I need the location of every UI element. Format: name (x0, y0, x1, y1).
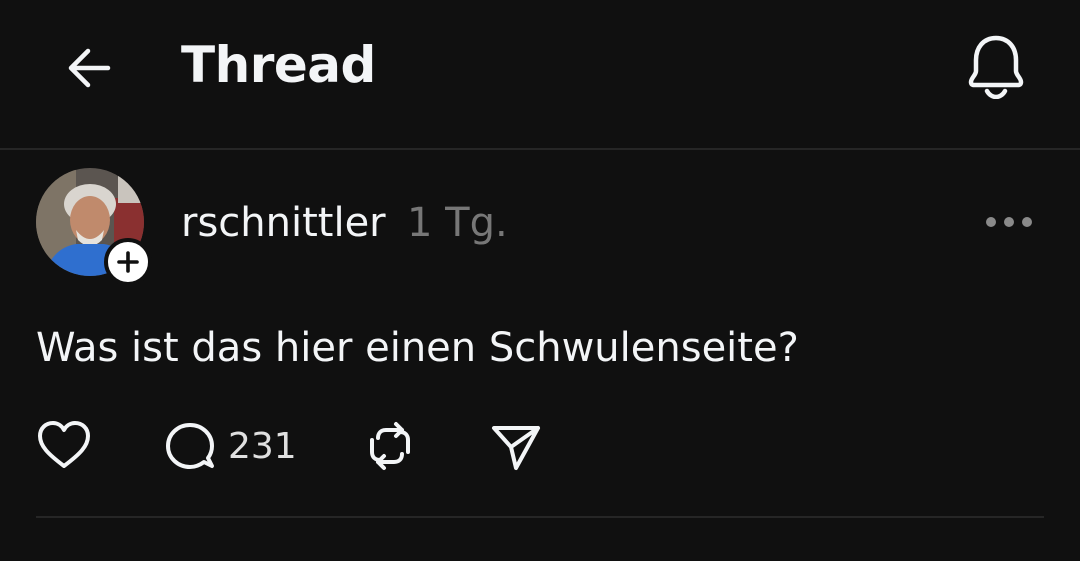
header-divider (0, 148, 1080, 150)
post-divider (36, 516, 1044, 518)
like-button[interactable] (36, 416, 92, 476)
page-title: Thread (181, 36, 376, 94)
bell-icon (968, 35, 1024, 99)
post-timestamp: 1 Tg. (407, 200, 508, 246)
ellipsis-icon (986, 217, 1032, 227)
post-actions: 231 (36, 416, 596, 476)
arrow-left-icon (68, 48, 111, 88)
comment-icon (166, 423, 214, 469)
reply-count: 231 (228, 425, 297, 467)
post-text: Was ist das hier einen Schwulenseite? (36, 325, 799, 371)
reply-button[interactable]: 231 (164, 416, 297, 476)
avatar-container (36, 168, 152, 286)
more-options-button[interactable] (978, 200, 1040, 244)
follow-button[interactable] (104, 238, 152, 286)
post-username[interactable]: rschnittler (181, 196, 386, 250)
repost-button[interactable] (364, 416, 416, 476)
heart-icon (38, 421, 90, 468)
plus-icon (117, 251, 139, 273)
notifications-button[interactable] (962, 32, 1030, 100)
repost-icon (370, 422, 410, 470)
top-bar: Thread (0, 0, 1080, 148)
share-button[interactable] (490, 416, 542, 476)
back-button[interactable] (62, 40, 118, 96)
send-icon (492, 426, 540, 470)
